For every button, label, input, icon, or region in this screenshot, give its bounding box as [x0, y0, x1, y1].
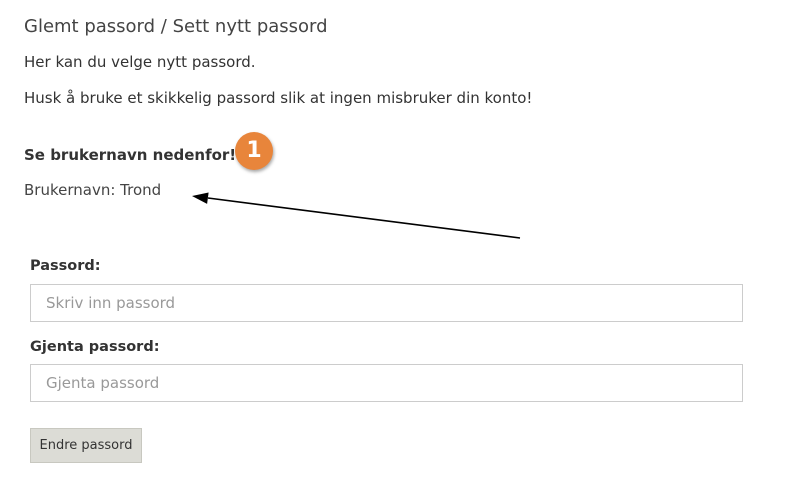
arrow-shaft [207, 197, 521, 239]
username-heading: Se brukernavn nedenfor! [24, 146, 237, 164]
password-input[interactable] [30, 284, 743, 322]
repeat-password-label: Gjenta passord: [30, 339, 160, 355]
password-label: Passord: [30, 258, 101, 274]
username-display: Brukernavn: Trond [24, 181, 162, 199]
repeat-password-input[interactable] [30, 364, 743, 402]
arrow-left-icon [192, 192, 521, 239]
page-title: Glemt passord / Sett nytt passord [24, 16, 328, 37]
password-advice-text: Husk å bruke et skikkelig passord slik a… [24, 89, 533, 107]
change-password-button[interactable]: Endre passord [30, 428, 142, 463]
callout-number-badge: 1 [235, 132, 273, 170]
intro-text: Her kan du velge nytt passord. [24, 53, 256, 71]
arrow-head [192, 192, 209, 204]
